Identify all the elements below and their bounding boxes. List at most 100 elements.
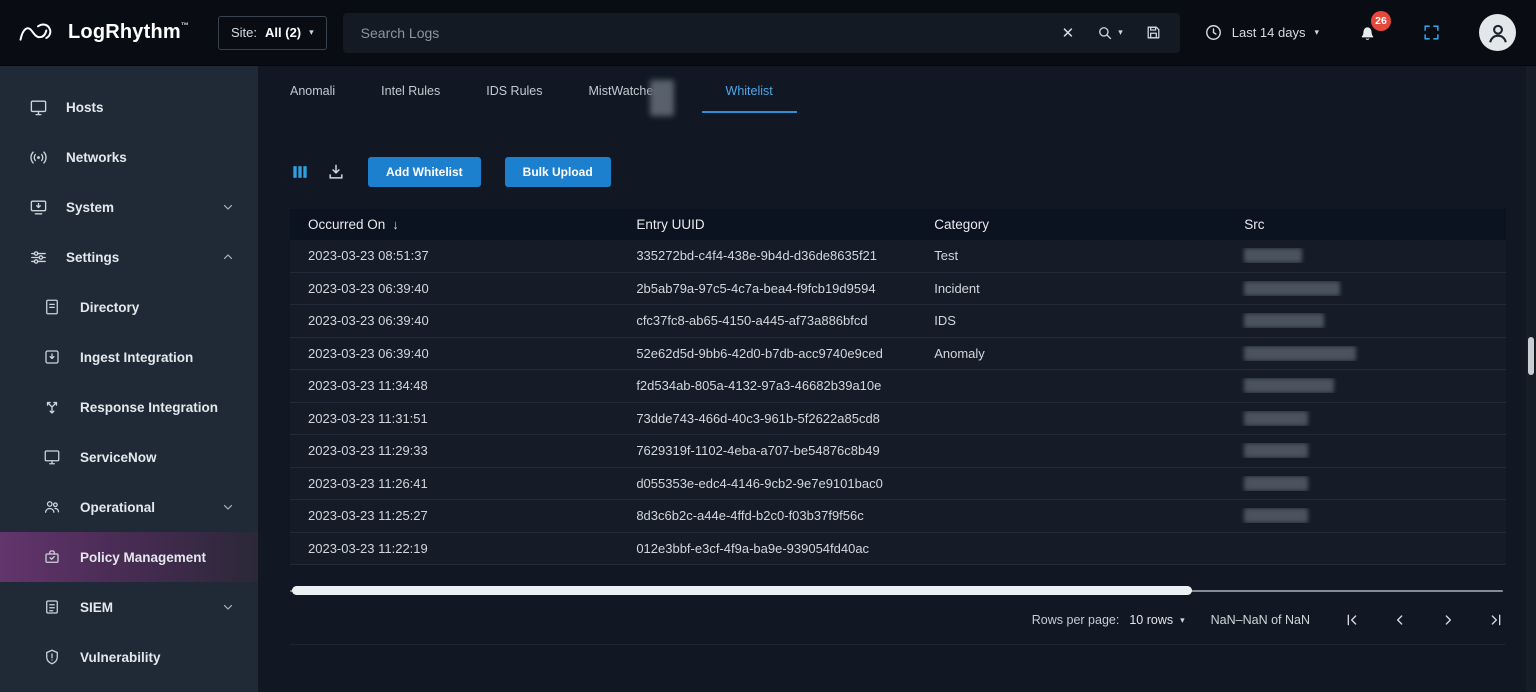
sidebar-item-label: Policy Management <box>80 550 206 565</box>
last-page-icon[interactable] <box>1488 612 1504 628</box>
cell-occurred-on: 2023-03-23 11:31:51 <box>290 411 618 426</box>
chevron-down-icon <box>222 201 234 213</box>
top-bar: LogRhythm™ Site: All (2) ▾ ✕ ▾ <box>0 0 1536 66</box>
clear-search-icon[interactable]: ✕ <box>1062 24 1075 42</box>
redacted-src-value <box>1244 411 1308 426</box>
previous-page-icon[interactable] <box>1392 612 1408 628</box>
redacted-src-value <box>1244 508 1308 523</box>
site-selector[interactable]: Site: All (2) ▾ <box>218 16 327 50</box>
table-row[interactable]: 2023-03-23 11:25:27 8d3c6b2c-a44e-4ffd-b… <box>290 500 1506 533</box>
sidebar-item-response-integration[interactable]: Response Integration <box>0 382 258 432</box>
clock-icon <box>1204 23 1223 42</box>
notifications-button[interactable]: 26 <box>1357 22 1378 43</box>
column-header-src[interactable]: Src <box>1226 217 1506 232</box>
bulk-upload-button[interactable]: Bulk Upload <box>505 157 611 187</box>
save-search-icon[interactable] <box>1145 24 1162 41</box>
logrhythm-logo-icon <box>18 20 58 46</box>
download-icon[interactable] <box>326 162 346 182</box>
redacted-overlay <box>650 80 674 116</box>
sidebar-item-hosts[interactable]: Hosts <box>0 82 258 132</box>
search-options-button[interactable]: ▾ <box>1096 24 1123 42</box>
people-icon <box>42 497 62 517</box>
sidebar-item-label: System <box>66 200 114 215</box>
cell-entry-uuid: 73dde743-466d-40c3-961b-5f2622a85cd8 <box>618 411 916 426</box>
cell-entry-uuid: 7629319f-1102-4eba-a707-be54876c8b49 <box>618 443 916 458</box>
chevron-down-icon <box>222 601 234 613</box>
table-row[interactable]: 2023-03-23 11:29:33 7629319f-1102-4eba-a… <box>290 435 1506 468</box>
rows-per-page-label: Rows per page: <box>1032 613 1120 627</box>
table-row[interactable]: 2023-03-23 11:26:41 d055353e-edc4-4146-9… <box>290 468 1506 501</box>
chevron-down-icon: ▾ <box>1118 28 1123 37</box>
rows-per-page-select[interactable]: 10 rows ▾ <box>1129 613 1184 627</box>
cell-entry-uuid: 52e62d5d-9bb6-42d0-b7db-acc9740e9ced <box>618 346 916 361</box>
sliders-icon <box>28 247 48 267</box>
column-header-category[interactable]: Category <box>916 217 1226 232</box>
tab-ids-rules[interactable]: IDS Rules <box>486 84 542 111</box>
sidebar-item-label: SIEM <box>80 600 113 615</box>
table-toolbar: Add Whitelist Bulk Upload <box>290 157 1506 187</box>
vertical-scrollbar[interactable] <box>1526 66 1536 692</box>
column-header-entry-uuid[interactable]: Entry UUID <box>618 217 916 232</box>
sidebar-item-label: Ingest Integration <box>80 350 193 365</box>
vertical-scrollbar-thumb[interactable] <box>1528 337 1534 375</box>
sidebar-item-settings[interactable]: Settings <box>0 232 258 282</box>
main-content: Anomali Intel Rules IDS Rules MistWatche… <box>258 66 1536 692</box>
column-header-occurred-on[interactable]: Occurred On ↓ <box>290 217 618 232</box>
site-value: All (2) <box>265 25 301 40</box>
first-page-icon[interactable] <box>1344 612 1360 628</box>
sidebar-item-directory[interactable]: Directory <box>0 282 258 332</box>
table-row[interactable]: 2023-03-23 08:51:37 335272bd-c4f4-438e-9… <box>290 240 1506 273</box>
sidebar-item-label: Directory <box>80 300 139 315</box>
logrhythm-logo[interactable]: LogRhythm™ <box>18 20 218 46</box>
tab-intel-rules[interactable]: Intel Rules <box>381 84 440 111</box>
tab-bar: Anomali Intel Rules IDS Rules MistWatche… <box>290 84 1506 113</box>
table-row[interactable]: 2023-03-23 06:39:40 cfc37fc8-ab65-4150-a… <box>290 305 1506 338</box>
user-avatar[interactable] <box>1479 14 1516 51</box>
broadcast-icon <box>28 147 48 167</box>
sidebar-item-networks[interactable]: Networks <box>0 132 258 182</box>
table-row[interactable]: 2023-03-23 11:22:19 012e3bbf-e3cf-4f9a-b… <box>290 533 1506 566</box>
sidebar-item-ingest-integration[interactable]: Ingest Integration <box>0 332 258 382</box>
cell-category: Incident <box>916 281 1226 296</box>
pager-controls <box>1344 612 1504 628</box>
cell-occurred-on: 2023-03-23 11:22:19 <box>290 541 618 556</box>
content-divider <box>290 644 1506 645</box>
system-icon <box>28 197 48 217</box>
tab-anomali[interactable]: Anomali <box>290 84 335 111</box>
table-body: 2023-03-23 08:51:37 335272bd-c4f4-438e-9… <box>290 240 1506 565</box>
time-range-selector[interactable]: Last 14 days ▾ <box>1204 23 1319 42</box>
sidebar-item-siem[interactable]: SIEM <box>0 582 258 632</box>
search-bar: ✕ ▾ <box>343 13 1180 53</box>
scrollbar-thumb[interactable] <box>292 586 1192 595</box>
search-input[interactable] <box>361 25 1062 41</box>
table-row[interactable]: 2023-03-23 11:31:51 73dde743-466d-40c3-9… <box>290 403 1506 436</box>
notification-count-badge: 26 <box>1371 11 1391 31</box>
tab-mistwatcher[interactable]: MistWatcher <box>589 84 658 111</box>
table-row[interactable]: 2023-03-23 11:34:48 f2d534ab-805a-4132-9… <box>290 370 1506 403</box>
cell-occurred-on: 2023-03-23 06:39:40 <box>290 281 618 296</box>
cell-category: IDS <box>916 313 1226 328</box>
sidebar-item-system[interactable]: System <box>0 182 258 232</box>
sidebar-item-operational[interactable]: Operational <box>0 482 258 532</box>
table-row[interactable]: 2023-03-23 06:39:40 52e62d5d-9bb6-42d0-b… <box>290 338 1506 371</box>
cell-occurred-on: 2023-03-23 08:51:37 <box>290 248 618 263</box>
sidebar-item-label: ServiceNow <box>80 450 157 465</box>
columns-icon[interactable] <box>290 162 310 182</box>
search-actions: ✕ ▾ <box>1062 24 1162 42</box>
ingest-icon <box>42 347 62 367</box>
sidebar-item-policy-management[interactable]: Policy Management <box>0 532 258 582</box>
tab-whitelist[interactable]: Whitelist <box>702 84 797 113</box>
add-whitelist-button[interactable]: Add Whitelist <box>368 157 481 187</box>
servicenow-icon <box>42 447 62 467</box>
brand-name: LogRhythm™ <box>68 21 189 44</box>
fullscreen-button[interactable] <box>1422 23 1441 42</box>
table-row[interactable]: 2023-03-23 06:39:40 2b5ab79a-97c5-4c7a-b… <box>290 273 1506 306</box>
sidebar-item-label: Vulnerability <box>80 650 161 665</box>
next-page-icon[interactable] <box>1440 612 1456 628</box>
chevron-down-icon <box>222 501 234 513</box>
sidebar-item-servicenow[interactable]: ServiceNow <box>0 432 258 482</box>
directory-icon <box>42 297 62 317</box>
redacted-src-value <box>1244 378 1334 393</box>
sidebar-item-vulnerability[interactable]: Vulnerability <box>0 632 258 682</box>
search-icon <box>1096 24 1114 42</box>
